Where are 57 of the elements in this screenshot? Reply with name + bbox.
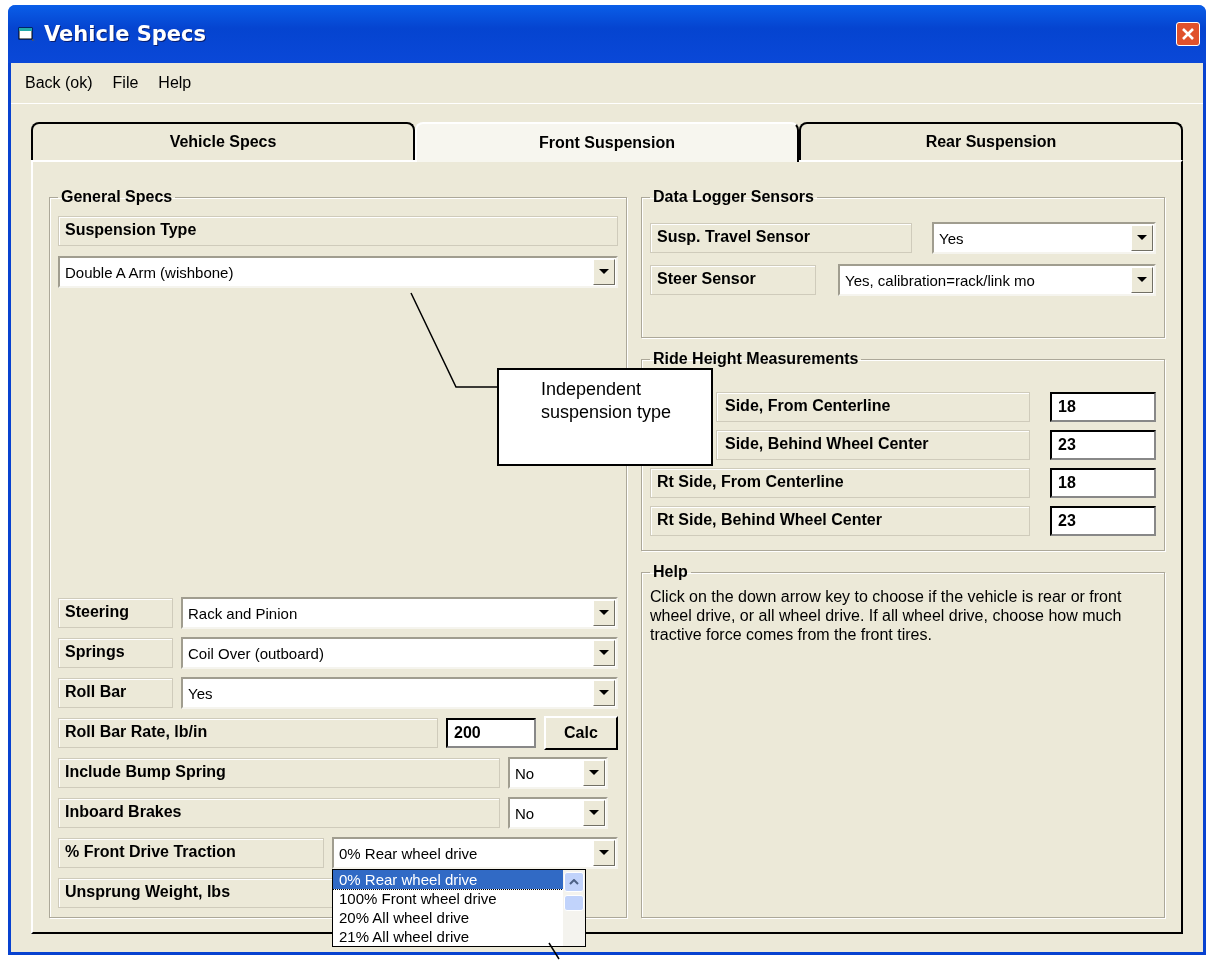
- tab[interactable]: Rear Suspension: [799, 122, 1183, 160]
- caret-icon: [589, 810, 599, 816]
- callout-box: Independent suspension type: [497, 368, 713, 466]
- field-label: Springs: [58, 638, 173, 668]
- field-label: Steer Sensor: [650, 265, 816, 295]
- field-label: Rt Side, From Centerline: [650, 468, 1030, 498]
- field-label: Include Bump Spring: [58, 758, 500, 788]
- dropdown[interactable]: No: [508, 797, 608, 829]
- number-field[interactable]: 23: [1050, 430, 1156, 460]
- field-label: Roll Bar: [58, 678, 173, 708]
- help-text: Click on the down arrow key to choose if the vehicle is rear or front wheel drive, or all wheel drive. If all wheel drive, choose how much tractive force comes from the front tires.: [650, 587, 1123, 644]
- menu-item[interactable]: Back (ok): [15, 72, 103, 94]
- field-label: % Front Drive Traction: [58, 838, 324, 868]
- group-title: Data Logger Sensors: [652, 188, 815, 206]
- field-label: Susp. Travel Sensor: [650, 223, 912, 253]
- number-field[interactable]: 200: [446, 718, 536, 748]
- field-label: Roll Bar Rate, lb/in: [58, 718, 438, 748]
- calc-button[interactable]: Calc: [543, 716, 618, 750]
- tab[interactable]: Vehicle Specs: [31, 122, 415, 160]
- field-label: Steering: [58, 598, 173, 628]
- dropdown[interactable]: Double A Arm (wishbone): [58, 256, 618, 288]
- menu-item[interactable]: File: [102, 72, 149, 94]
- field-label: Side, Behind Wheel Center: [716, 430, 1030, 460]
- number-field[interactable]: 18: [1050, 392, 1156, 422]
- caret-icon: [1137, 277, 1147, 283]
- dropdown[interactable]: Yes: [181, 677, 618, 709]
- caret-icon: [599, 650, 609, 656]
- tab[interactable]: Front Suspension: [415, 122, 799, 162]
- number-field[interactable]: 23: [1050, 506, 1156, 536]
- dropdown-option[interactable]: 0% Rear wheel drive: [333, 870, 563, 889]
- caret-icon: [599, 690, 609, 696]
- group-title: Ride Height Measurements: [652, 350, 860, 368]
- field-label: Side, From Centerline: [716, 392, 1030, 422]
- dropdown-option[interactable]: 21% All wheel drive: [333, 927, 563, 946]
- dropdown[interactable]: Yes: [932, 222, 1156, 254]
- caret-icon: [599, 610, 609, 616]
- group-title: General Specs: [60, 188, 174, 206]
- dropdown-option[interactable]: 20% All wheel drive: [333, 908, 563, 927]
- group-title: Help: [652, 563, 689, 581]
- caret-icon: [599, 269, 609, 275]
- caret-icon: [1137, 235, 1147, 241]
- window-icon: [18, 26, 36, 42]
- menu-item[interactable]: Help: [148, 72, 202, 94]
- dropdown[interactable]: No: [508, 757, 608, 789]
- dropdown[interactable]: Rack and Pinion: [181, 597, 618, 629]
- field-label: Rt Side, Behind Wheel Center: [650, 506, 1030, 536]
- caret-icon: [589, 770, 599, 776]
- field-label: Suspension Type: [58, 216, 618, 246]
- number-field[interactable]: 18: [1050, 468, 1156, 498]
- field-label: Inboard Brakes: [58, 798, 500, 828]
- dropdown[interactable]: Coil Over (outboard): [181, 637, 618, 669]
- caret-icon: [599, 850, 609, 856]
- scrollbar[interactable]: [563, 870, 585, 946]
- close-button[interactable]: [1176, 22, 1200, 46]
- dropdown[interactable]: Yes, calibration=rack/link mo: [838, 264, 1156, 296]
- window-title: Vehicle Specs: [44, 22, 208, 46]
- close-icon: [1181, 27, 1195, 41]
